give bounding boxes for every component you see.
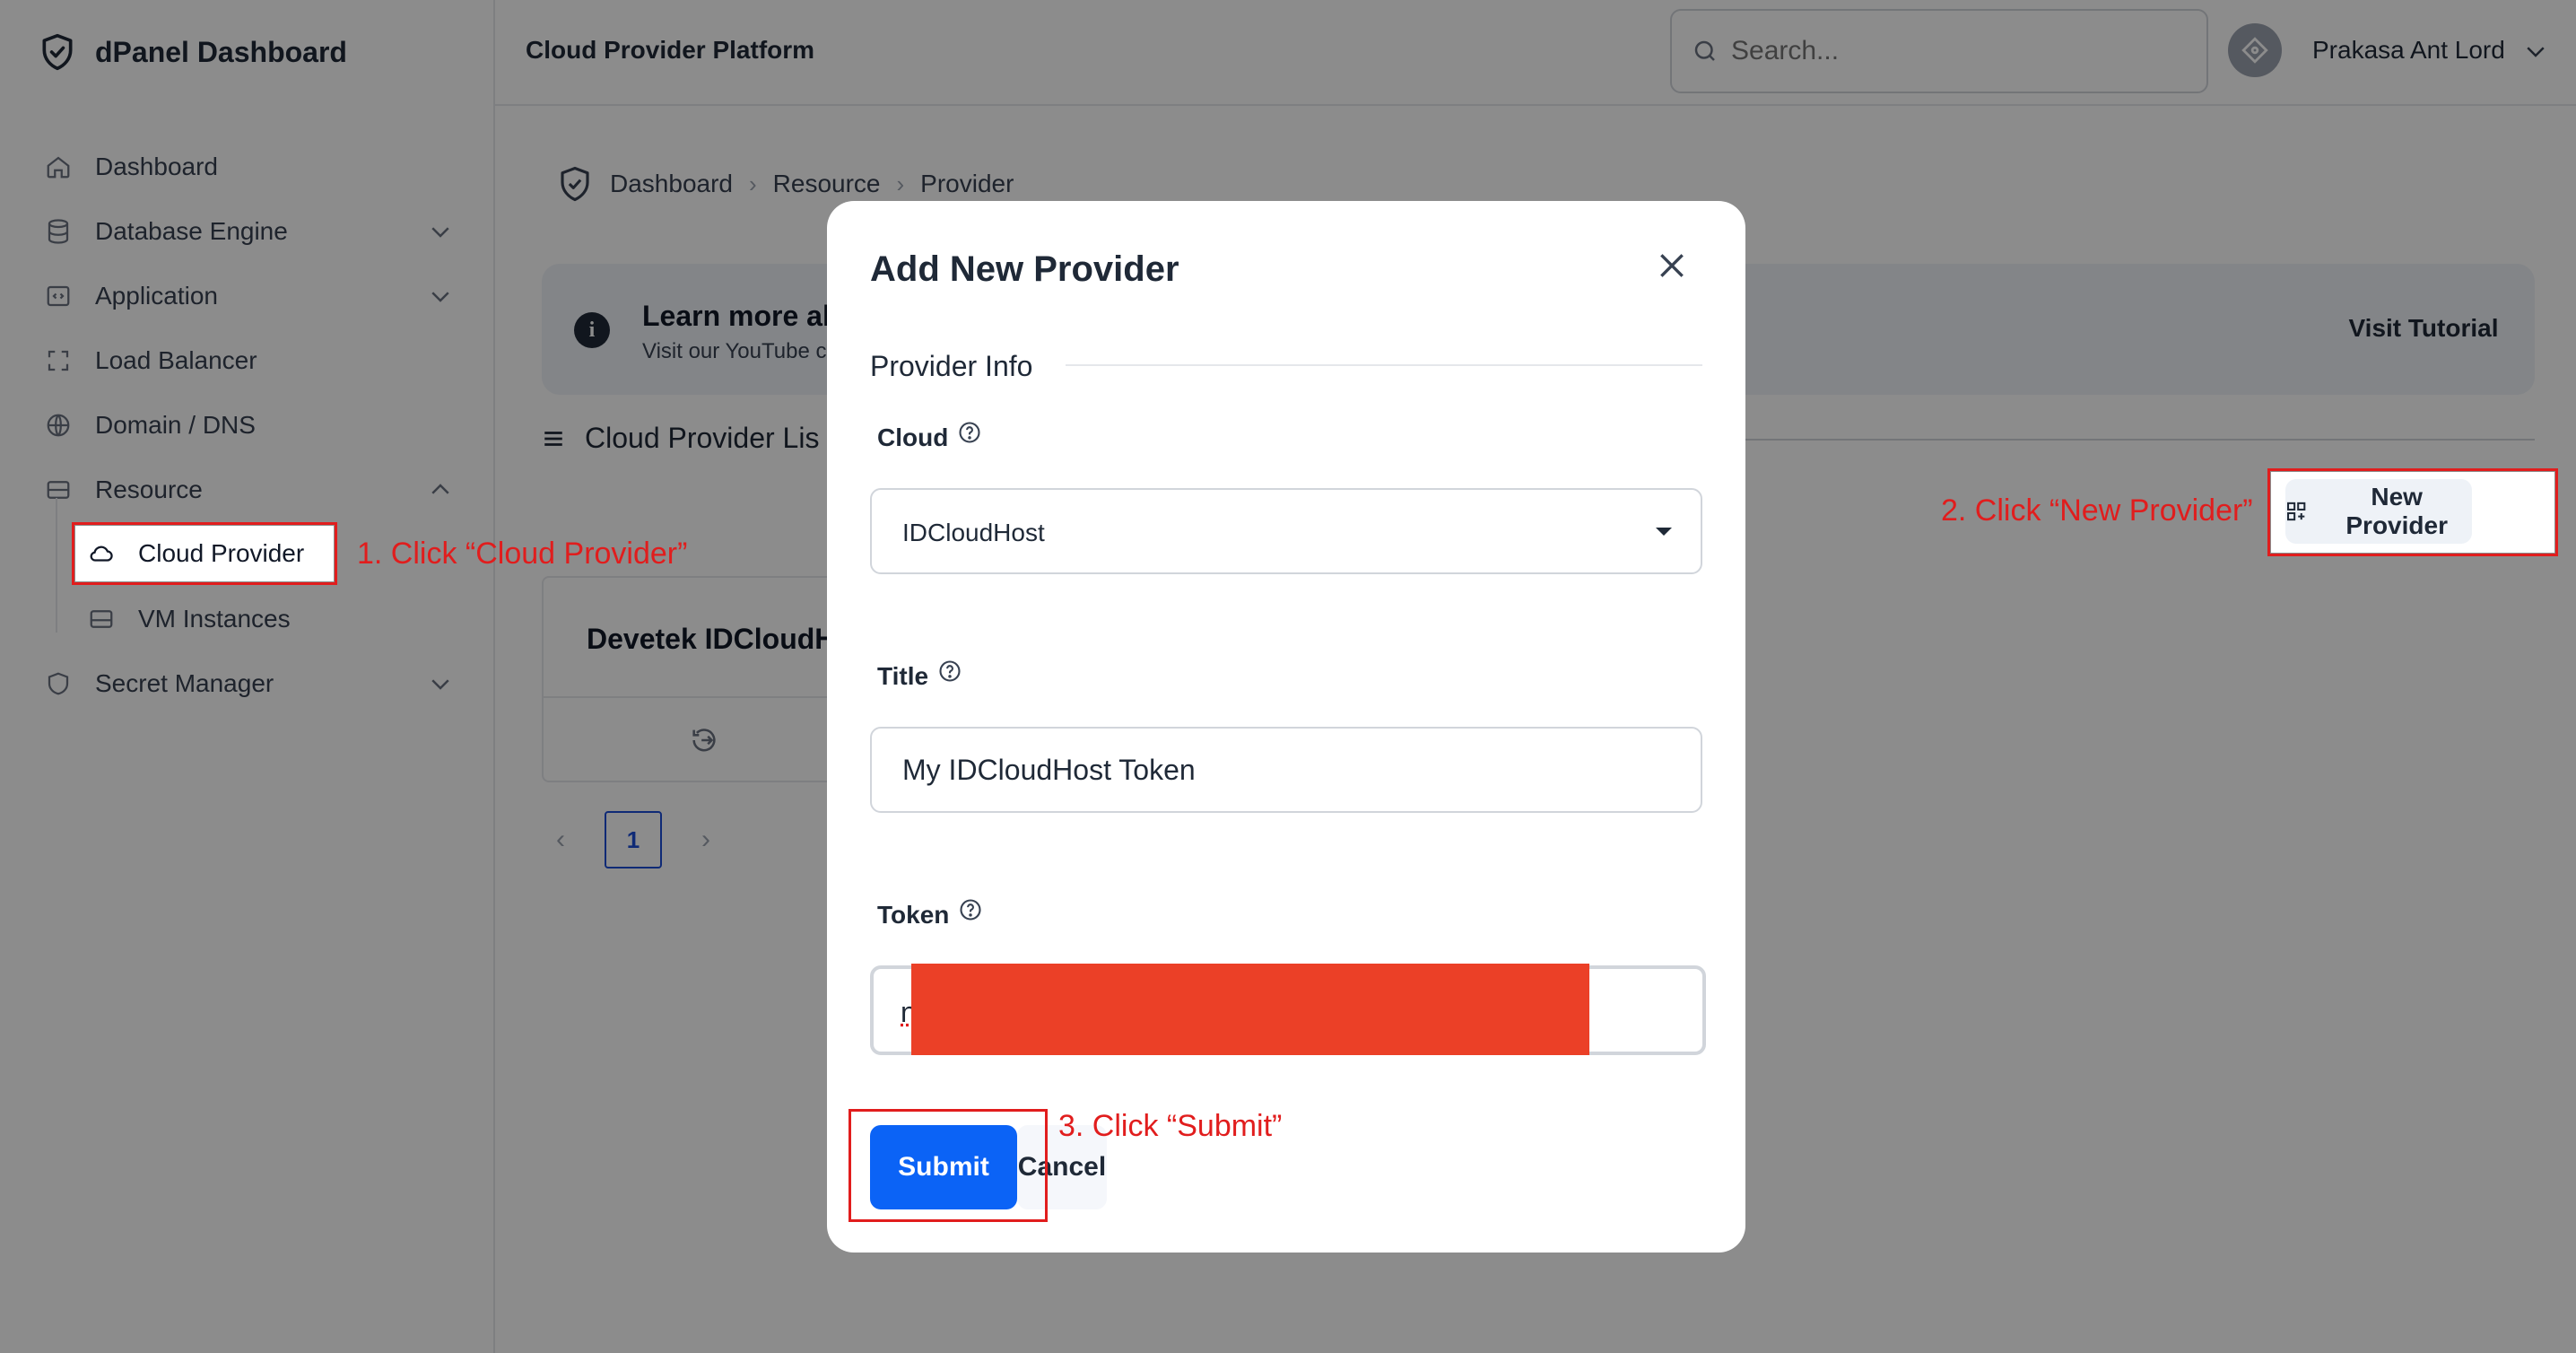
help-icon[interactable] — [958, 897, 983, 922]
title-field[interactable] — [870, 727, 1702, 813]
redaction-block — [911, 964, 1589, 1055]
cloud-label-text: Cloud — [877, 423, 949, 451]
annotation-step3: 3. Click “Submit” — [1058, 1109, 1283, 1143]
new-provider-button-highlight[interactable]: New Provider — [2285, 479, 2472, 544]
token-label: Token — [877, 899, 983, 930]
cloud-icon — [90, 546, 113, 562]
annotation-box-step3 — [849, 1109, 1048, 1222]
title-label-text: Title — [877, 662, 929, 690]
add-provider-modal: Add New Provider Provider Info Cloud IDC… — [827, 201, 1745, 1253]
highlighted-cloud-provider-label: Cloud Provider — [138, 539, 305, 567]
help-icon[interactable] — [937, 659, 962, 684]
section-divider — [1066, 364, 1702, 366]
cloud-label: Cloud — [877, 420, 982, 452]
highlighted-cloud-provider[interactable]: Cloud Provider — [75, 526, 334, 581]
close-icon[interactable] — [1654, 248, 1690, 284]
grid-plus-icon — [2287, 502, 2306, 521]
token-label-text: Token — [877, 901, 950, 929]
modal-title: Add New Provider — [870, 249, 1179, 289]
title-input[interactable] — [902, 754, 1674, 787]
title-label: Title — [877, 659, 962, 691]
caret-down-icon — [1656, 528, 1672, 536]
section-label: Provider Info — [870, 350, 1033, 382]
new-provider-label: New Provider — [2345, 483, 2448, 539]
annotation-step1: 1. Click “Cloud Provider” — [357, 537, 688, 571]
help-icon[interactable] — [957, 420, 982, 445]
cloud-select-value: IDCloudHost — [902, 519, 1045, 546]
cloud-select[interactable]: IDCloudHost — [870, 488, 1702, 574]
annotation-step2: 2. Click “New Provider” — [1941, 493, 2253, 528]
